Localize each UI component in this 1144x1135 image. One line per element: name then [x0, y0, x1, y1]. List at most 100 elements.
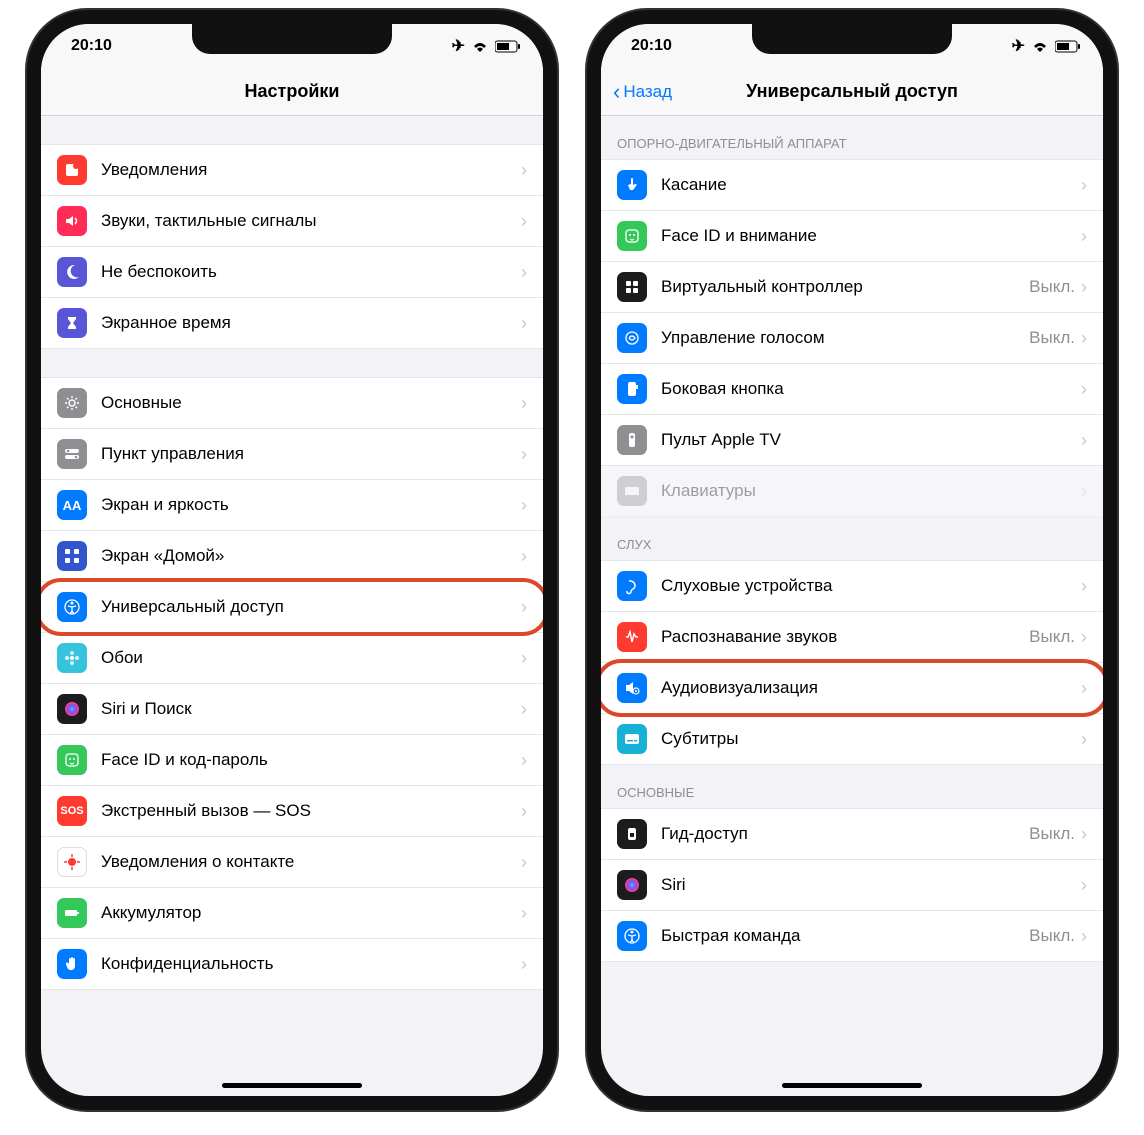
- row-label: Управление голосом: [661, 328, 1029, 348]
- status-icons: ✈︎: [452, 36, 521, 56]
- section: Уведомления›Звуки, тактильные сигналы›Не…: [41, 144, 543, 349]
- chevron-right-icon: ›: [521, 262, 527, 283]
- row-siri[interactable]: Siri и Поиск›: [41, 684, 543, 735]
- accessibility-list[interactable]: ОПОРНО-ДВИГАТЕЛЬНЫЙ АППАРАТКасание›Face …: [601, 116, 1103, 1096]
- row-notifications[interactable]: Уведомления›: [41, 144, 543, 196]
- airplane-icon: ✈︎: [452, 36, 465, 56]
- row-homescreen[interactable]: Экран «Домой»›: [41, 531, 543, 582]
- chevron-right-icon: ›: [1081, 328, 1087, 349]
- row-label: Распознавание звуков: [661, 627, 1029, 647]
- battery-icon: [57, 898, 87, 928]
- row-value: Выкл.: [1029, 277, 1075, 297]
- gear-icon: [57, 388, 87, 418]
- row-screentime[interactable]: Экранное время›: [41, 298, 543, 349]
- row-label: Face ID и внимание: [661, 226, 1081, 246]
- side-icon: [617, 374, 647, 404]
- row-label: Субтитры: [661, 729, 1081, 749]
- chevron-right-icon: ›: [521, 852, 527, 873]
- row-accessibility[interactable]: Универсальный доступ›: [41, 582, 543, 633]
- back-button[interactable]: ‹ Назад: [613, 79, 672, 105]
- aa-icon: AA: [57, 490, 87, 520]
- touch-icon: [617, 170, 647, 200]
- chevron-right-icon: ›: [521, 393, 527, 414]
- row-sos[interactable]: SOSЭкстренный вызов — SOS›: [41, 786, 543, 837]
- chevron-right-icon: ›: [521, 495, 527, 516]
- row-siri2[interactable]: Siri›: [601, 860, 1103, 911]
- row-soundrec[interactable]: Распознавание звуковВыкл. ›: [601, 612, 1103, 663]
- chevron-right-icon: ›: [521, 648, 527, 669]
- section-gap: [41, 349, 543, 377]
- row-label: Касание: [661, 175, 1081, 195]
- chevron-right-icon: ›: [521, 903, 527, 924]
- chevron-right-icon: ›: [1081, 875, 1087, 896]
- row-switchcontrol[interactable]: Виртуальный контроллерВыкл.›: [601, 262, 1103, 313]
- row-value: Выкл.: [1029, 627, 1075, 647]
- chevron-right-icon: ›: [521, 801, 527, 822]
- section-gap: [41, 116, 543, 144]
- row-faceatt[interactable]: Face ID и внимание›: [601, 211, 1103, 262]
- chevron-right-icon: ›: [1081, 277, 1087, 298]
- row-guided[interactable]: Гид-доступВыкл.›: [601, 808, 1103, 860]
- nav-bar: ‹ Назад Универсальный доступ: [601, 68, 1103, 116]
- row-subtitles[interactable]: Субтитры›: [601, 714, 1103, 765]
- section: Касание›Face ID и внимание›Виртуальный к…: [601, 159, 1103, 517]
- acc-icon: [57, 592, 87, 622]
- row-label: Экран «Домой»: [101, 546, 521, 566]
- shortcut-icon: [617, 921, 647, 951]
- row-value: Выкл.: [1029, 328, 1075, 348]
- chevron-right-icon: ›: [1081, 824, 1087, 845]
- home-indicator[interactable]: [222, 1083, 362, 1088]
- row-display[interactable]: AAЭкран и яркость›: [41, 480, 543, 531]
- back-label: Назад: [623, 82, 672, 102]
- flower-icon: [57, 643, 87, 673]
- row-exposure[interactable]: Уведомления о контакте›: [41, 837, 543, 888]
- row-label: Боковая кнопка: [661, 379, 1081, 399]
- battery-icon: [1055, 40, 1081, 53]
- row-battery[interactable]: Аккумулятор›: [41, 888, 543, 939]
- screen-right: 20:10 ✈︎ ‹ Назад Универсальный доступ ОП…: [601, 24, 1103, 1096]
- chevron-right-icon: ›: [1081, 379, 1087, 400]
- row-controlcenter[interactable]: Пункт управления›: [41, 429, 543, 480]
- chevron-right-icon: ›: [1081, 729, 1087, 750]
- row-wallpaper[interactable]: Обои›: [41, 633, 543, 684]
- chevron-right-icon: ›: [1081, 627, 1087, 648]
- status-time: 20:10: [71, 37, 112, 55]
- covid-icon: [57, 847, 87, 877]
- row-appletv[interactable]: Пульт Apple TV›: [601, 415, 1103, 466]
- row-label: Siri и Поиск: [101, 699, 521, 719]
- face-icon: [57, 745, 87, 775]
- row-audiovisual[interactable]: Аудиовизуализация›: [601, 663, 1103, 714]
- row-hearing[interactable]: Слуховые устройства›: [601, 560, 1103, 612]
- chevron-right-icon: ›: [521, 750, 527, 771]
- row-faceid[interactable]: Face ID и код-пароль›: [41, 735, 543, 786]
- row-sidebutton[interactable]: Боковая кнопка›: [601, 364, 1103, 415]
- remote-icon: [617, 425, 647, 455]
- siri-icon: [57, 694, 87, 724]
- row-dnd[interactable]: Не беспокоить›: [41, 247, 543, 298]
- row-shortcut[interactable]: Быстрая командаВыкл. ›: [601, 911, 1103, 962]
- chevron-right-icon: ›: [521, 954, 527, 975]
- row-general[interactable]: Основные›: [41, 377, 543, 429]
- notch: [192, 24, 392, 54]
- switchctl-icon: [617, 272, 647, 302]
- row-sounds[interactable]: Звуки, тактильные сигналы›: [41, 196, 543, 247]
- section-header: ОПОРНО-ДВИГАТЕЛЬНЫЙ АППАРАТ: [601, 116, 1103, 159]
- settings-list[interactable]: Уведомления›Звуки, тактильные сигналы›Не…: [41, 116, 543, 1096]
- row-label: Слуховые устройства: [661, 576, 1081, 596]
- chevron-right-icon: ›: [521, 211, 527, 232]
- chevron-right-icon: ›: [1081, 926, 1087, 947]
- row-touch[interactable]: Касание›: [601, 159, 1103, 211]
- chevron-right-icon: ›: [521, 699, 527, 720]
- row-keyboards[interactable]: Клавиатуры›: [601, 466, 1103, 517]
- home-indicator[interactable]: [782, 1083, 922, 1088]
- face-icon: [617, 221, 647, 251]
- row-voicecontrol[interactable]: Управление голосомВыкл. ›: [601, 313, 1103, 364]
- row-label: Универсальный доступ: [101, 597, 521, 617]
- row-label: Звуки, тактильные сигналы: [101, 211, 521, 231]
- row-value: Выкл.: [1029, 926, 1075, 946]
- row-label: Быстрая команда: [661, 926, 1029, 946]
- siri-icon: [617, 870, 647, 900]
- row-privacy[interactable]: Конфиденциальность›: [41, 939, 543, 990]
- row-label: Обои: [101, 648, 521, 668]
- nav-bar: Настройки: [41, 68, 543, 116]
